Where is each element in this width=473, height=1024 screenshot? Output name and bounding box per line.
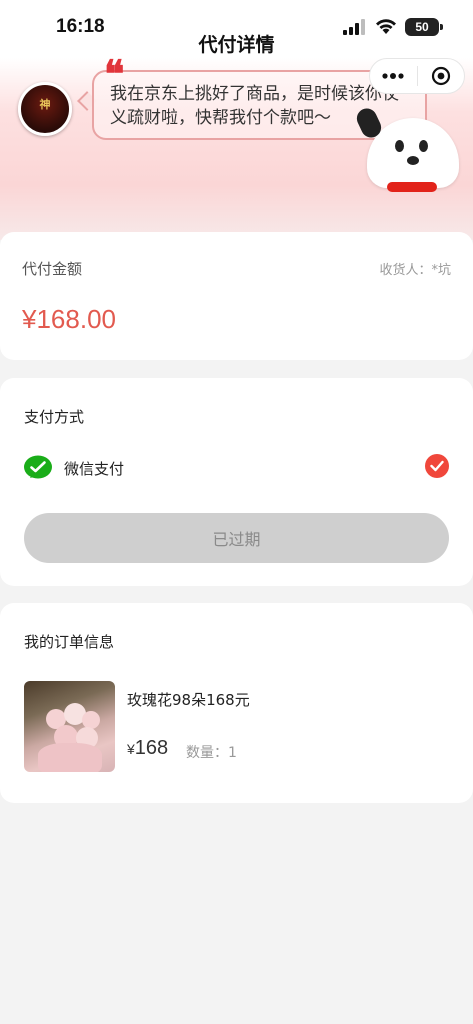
more-button[interactable] [370, 59, 417, 93]
payment-title: 支付方式 [24, 408, 85, 426]
product-image[interactable] [24, 681, 115, 772]
expired-button[interactable]: 已过期 [24, 513, 449, 563]
more-icon [382, 73, 404, 79]
product-quantity: 数量：1 [186, 745, 237, 761]
product-price: ¥168 [127, 737, 168, 760]
price-value: 168 [134, 737, 169, 759]
order-title: 我的订单信息 [24, 633, 115, 651]
target-close-icon [431, 66, 450, 86]
currency-symbol: ¥ [127, 741, 135, 757]
status-bar: 16:18 50 代付详情 [0, 0, 473, 58]
payment-method-label: 微信支付 [64, 460, 125, 478]
receiver-text: 收货人：*坑 [379, 263, 451, 278]
avatar: 神 [18, 82, 72, 136]
order-card: 我的订单信息 玫瑰花98朵168元 ¥168 数量：1 [0, 603, 473, 803]
page-title: 代付详情 [198, 34, 275, 56]
avatar-text: 神 [39, 98, 51, 111]
close-miniprogram-button[interactable] [418, 59, 465, 93]
product-name: 玫瑰花98朵168元 [127, 691, 250, 709]
miniprogram-capsule [369, 58, 465, 94]
wechat-pay-icon [24, 455, 52, 479]
amount-value: ¥168.00 [22, 304, 116, 334]
payment-card: 支付方式 微信支付 已过期 [0, 378, 473, 586]
selected-check-icon[interactable] [425, 454, 449, 478]
amount-label: 代付金额 [22, 260, 83, 278]
amount-card: 代付金额 收货人：*坑 ¥168.00 [0, 232, 473, 360]
